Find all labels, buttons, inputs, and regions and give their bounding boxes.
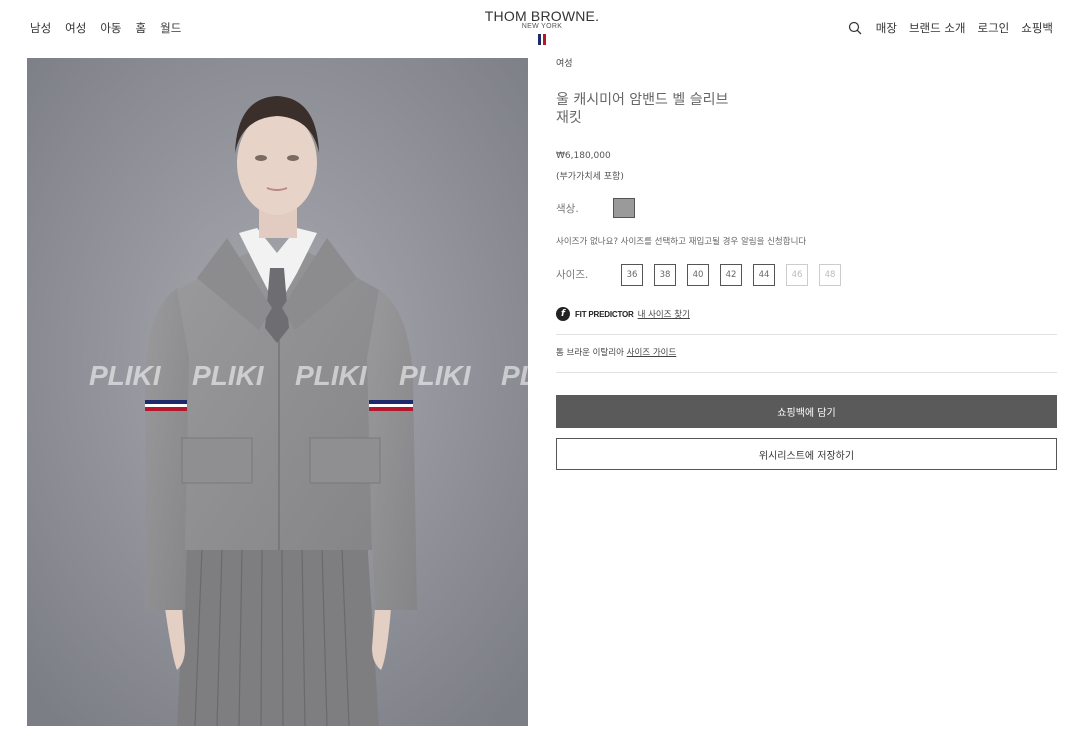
logo-subtitle: NEW YORK bbox=[521, 23, 563, 30]
watermark-text: PLIKI bbox=[89, 360, 162, 391]
find-my-size-link[interactable]: 내 사이즈 찾기 bbox=[638, 308, 690, 320]
logo-wordmark: THOM BROWNE. bbox=[484, 8, 600, 24]
nav-home[interactable]: 홈 bbox=[136, 20, 147, 36]
watermark-text: PLIKI bbox=[501, 360, 528, 391]
nav-kids[interactable]: 아동 bbox=[100, 20, 121, 36]
nav-stores[interactable]: 매장 bbox=[876, 20, 897, 36]
divider bbox=[556, 334, 1057, 335]
product-title-line: 재킷 bbox=[556, 110, 582, 126]
site-header: 남성 여성 아동 홈 월드 THOM BROWNE. NEW YORK 매장 브… bbox=[0, 0, 1080, 56]
size-option-44[interactable]: 44 bbox=[753, 264, 775, 286]
utility-nav: 매장 브랜드 소개 로그인 쇼핑백 bbox=[848, 20, 1053, 36]
watermark-text: PLIKI bbox=[399, 360, 472, 391]
add-to-bag-button[interactable]: 쇼핑백에 담기 bbox=[556, 395, 1057, 428]
brand-logo[interactable]: THOM BROWNE. NEW YORK bbox=[480, 8, 604, 45]
product-photo: PLIKI PLIKI PLIKI PLIKI PLIKI bbox=[27, 58, 528, 726]
nav-about-brand[interactable]: 브랜드 소개 bbox=[909, 20, 966, 36]
search-icon[interactable] bbox=[848, 21, 862, 35]
product-title-line: 울 캐시미어 암밴드 벨 슬리브 bbox=[556, 92, 729, 108]
fit-predictor-brand: FIT PREDICTOR bbox=[575, 309, 634, 319]
size-selector: 36 38 40 42 44 46 48 bbox=[621, 264, 841, 286]
product-category[interactable]: 여성 bbox=[556, 56, 573, 69]
watermark-text: PLIKI bbox=[295, 360, 368, 391]
size-option-36[interactable]: 36 bbox=[621, 264, 643, 286]
fit-predictor-icon: f bbox=[556, 307, 570, 321]
product-image[interactable]: PLIKI PLIKI PLIKI PLIKI PLIKI bbox=[27, 58, 528, 726]
size-guide-prefix: 톰 브라운 이탈리아 bbox=[556, 348, 624, 358]
size-option-38[interactable]: 38 bbox=[654, 264, 676, 286]
divider bbox=[556, 372, 1057, 373]
save-to-wishlist-button[interactable]: 위시리스트에 저장하기 bbox=[556, 438, 1057, 470]
color-swatch-grey[interactable] bbox=[613, 198, 635, 218]
tricolor-flag-icon bbox=[480, 34, 604, 45]
size-restock-notice: 사이즈가 없나요? 사이즈를 선택하고 재입고될 경우 알림을 신청합니다 bbox=[556, 237, 807, 247]
nav-women[interactable]: 여성 bbox=[65, 20, 86, 36]
color-label: 색상. bbox=[556, 203, 579, 215]
size-guide-row: 톰 브라운 이탈리아 사이즈 가이드 bbox=[556, 346, 676, 358]
size-label: 사이즈. bbox=[556, 269, 589, 281]
size-option-46[interactable]: 46 bbox=[786, 264, 808, 286]
tax-note: (부가가치세 포함) bbox=[556, 172, 624, 182]
nav-login[interactable]: 로그인 bbox=[978, 20, 1010, 36]
product-price: ₩6,180,000 bbox=[556, 151, 611, 161]
fit-predictor: f FIT PREDICTOR 내 사이즈 찾기 bbox=[556, 307, 690, 321]
product-title: 울 캐시미어 암밴드 벨 슬리브 재킷 bbox=[556, 91, 796, 127]
primary-nav: 남성 여성 아동 홈 월드 bbox=[30, 20, 181, 36]
size-option-42[interactable]: 42 bbox=[720, 264, 742, 286]
size-option-40[interactable]: 40 bbox=[687, 264, 709, 286]
size-option-48[interactable]: 48 bbox=[819, 264, 841, 286]
nav-men[interactable]: 남성 bbox=[30, 20, 51, 36]
watermark-text: PLIKI bbox=[192, 360, 265, 391]
nav-world[interactable]: 월드 bbox=[160, 20, 181, 36]
size-guide-link[interactable]: 사이즈 가이드 bbox=[627, 348, 677, 358]
nav-shopping-bag[interactable]: 쇼핑백 bbox=[1021, 20, 1053, 36]
